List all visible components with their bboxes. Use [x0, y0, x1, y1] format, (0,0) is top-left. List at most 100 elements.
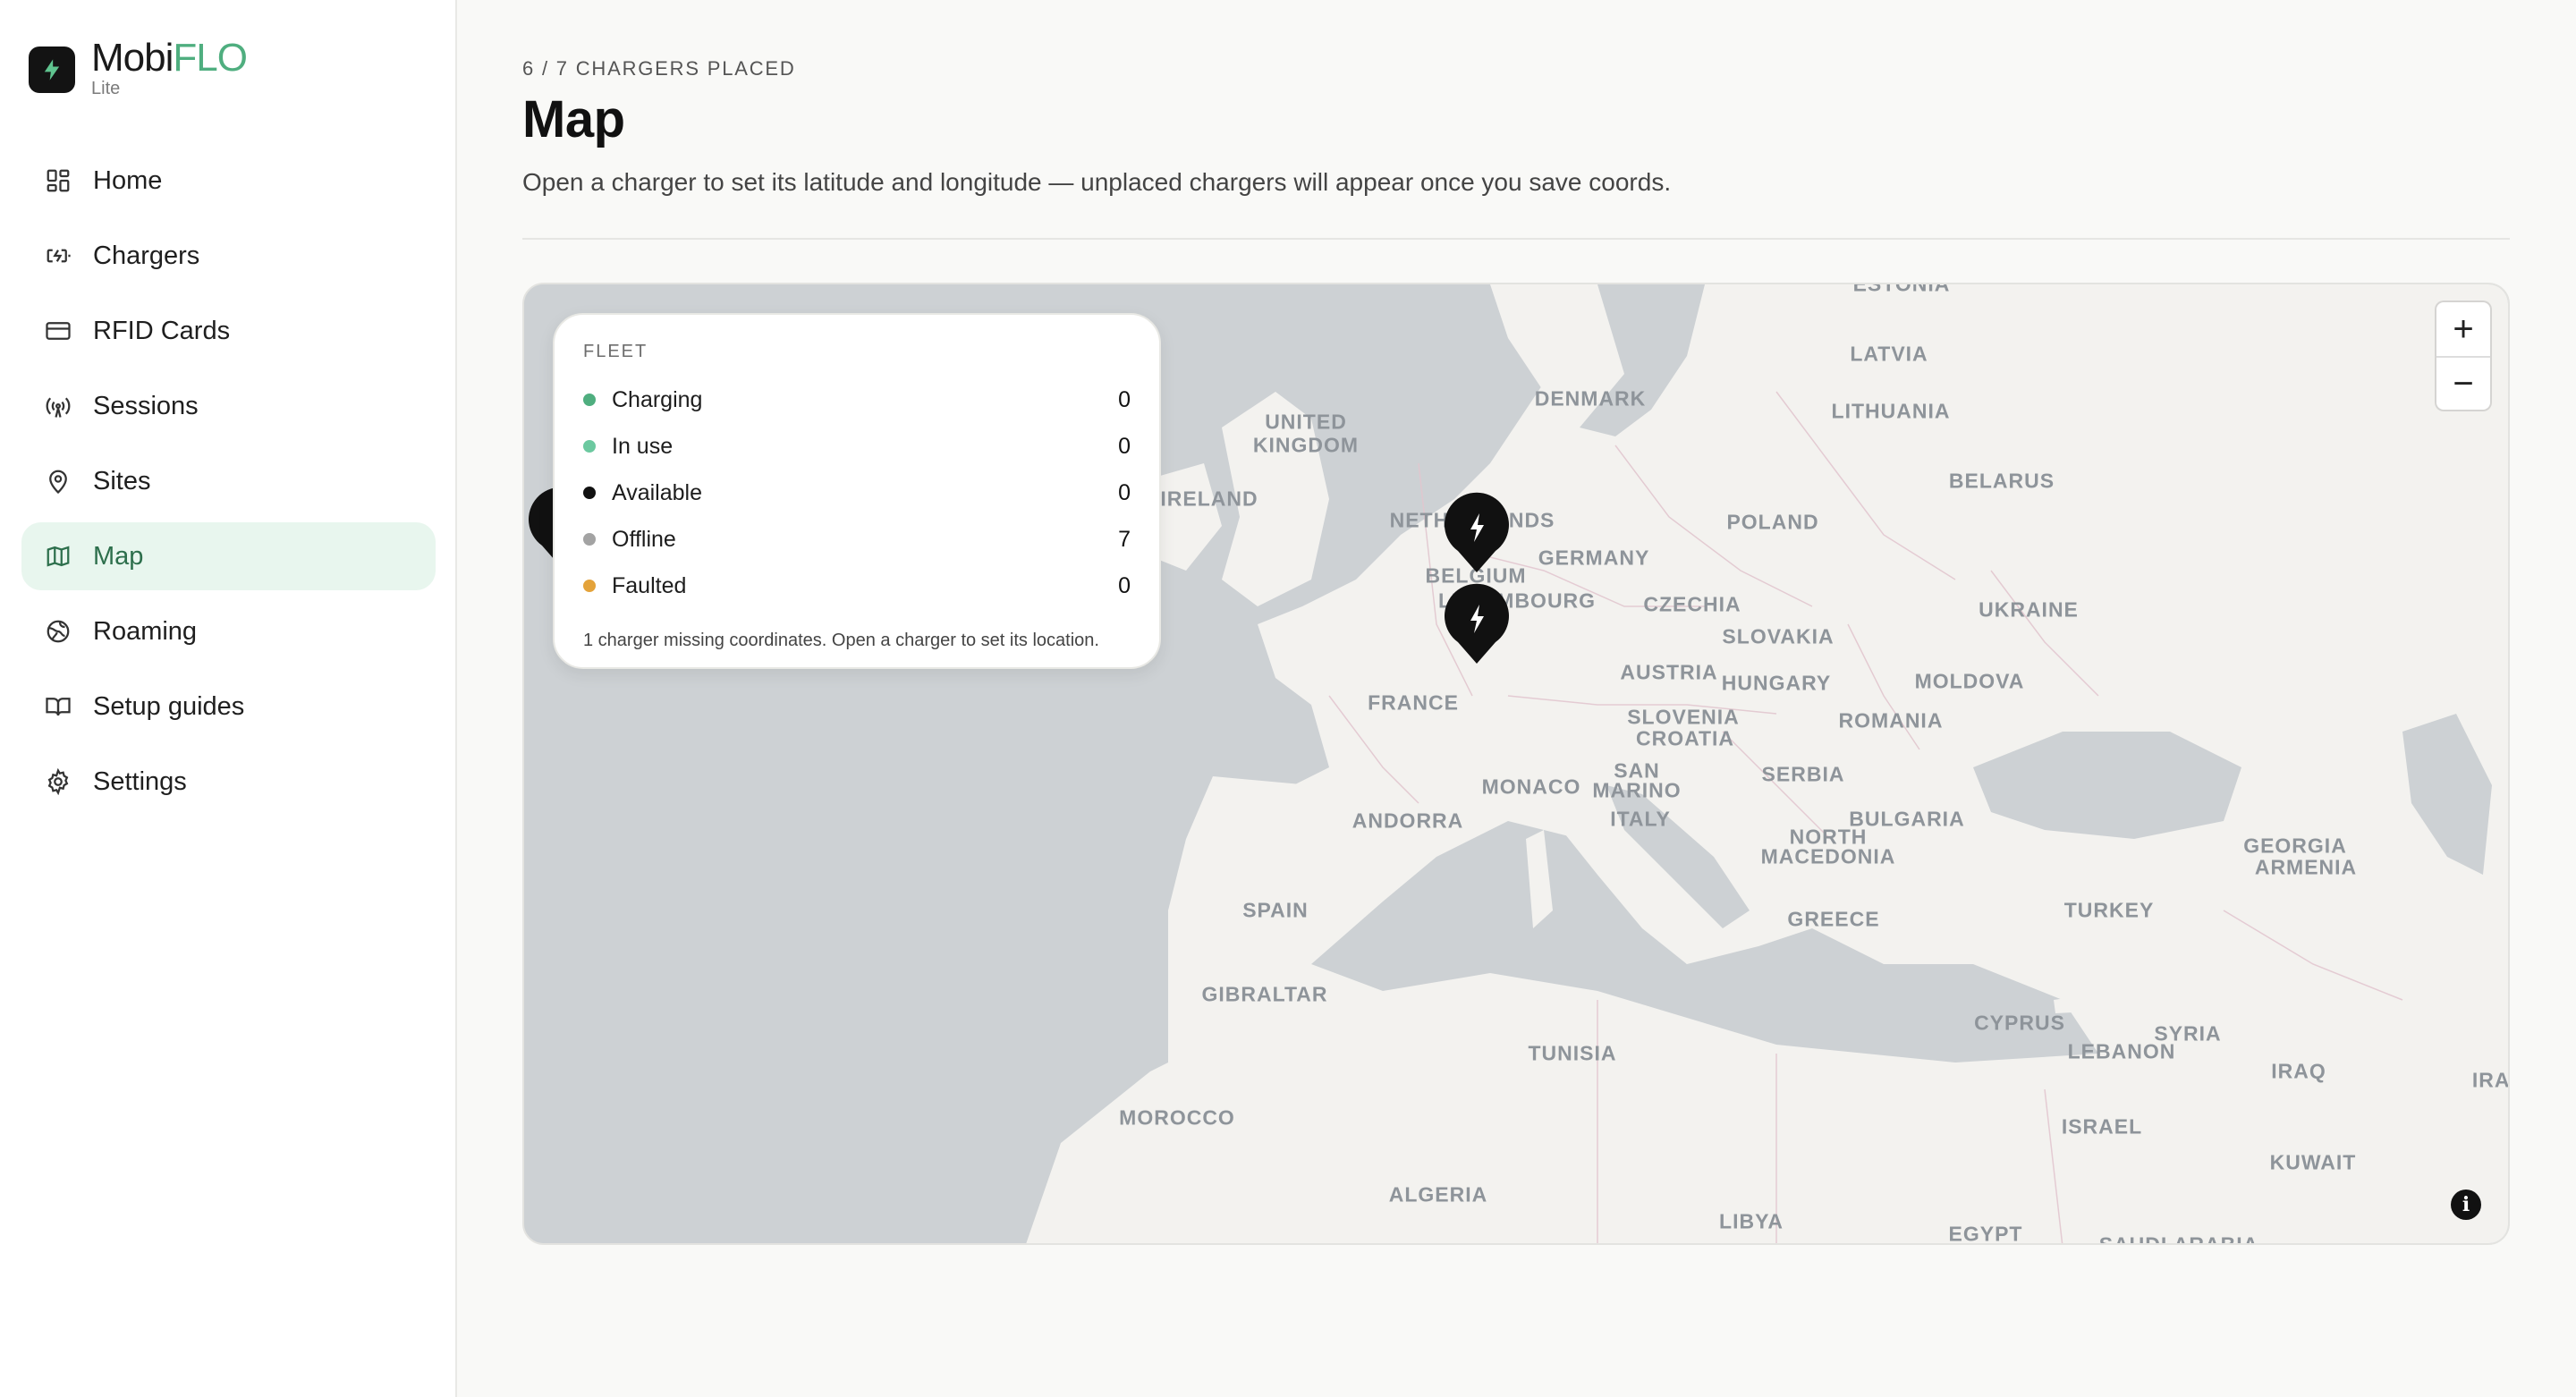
map-label: CYPRUS — [1974, 1011, 2065, 1035]
zoom-controls: + − — [2436, 302, 2490, 410]
zoom-in-button[interactable]: + — [2436, 302, 2490, 356]
sidebar-item-label: Setup guides — [93, 691, 245, 721]
fleet-status-card: FLEET Charging 0 In use 0 Available 0 Of… — [553, 313, 1161, 669]
map-label: UNITED — [1265, 410, 1347, 434]
map-label: DENMARK — [1534, 386, 1647, 411]
status-dot — [583, 440, 596, 453]
map-label: GIBRALTAR — [1201, 982, 1328, 1006]
book-icon — [43, 691, 73, 722]
fleet-row-faulted: Faulted 0 — [583, 563, 1131, 609]
fleet-status-name: Charging — [612, 386, 703, 412]
map-label: LIBYA — [1719, 1209, 1784, 1233]
fleet-status-count: 0 — [1118, 386, 1131, 412]
charger-pin[interactable] — [1440, 487, 1513, 576]
sidebar-item-sites[interactable]: Sites — [21, 447, 436, 515]
sidebar-item-roaming[interactable]: Roaming — [21, 597, 436, 665]
card-icon — [43, 316, 73, 346]
map-label: UKRAINE — [1979, 597, 2079, 622]
sidebar-item-settings[interactable]: Settings — [21, 748, 436, 816]
fleet-status-name: Offline — [612, 526, 676, 552]
sidebar-item-label: Settings — [93, 766, 187, 796]
map-icon — [43, 541, 73, 572]
map-label: MARINO — [1592, 778, 1682, 802]
map-label: SLOVAKIA — [1722, 624, 1835, 648]
fleet-row-in-use: In use 0 — [583, 423, 1131, 470]
sidebar-item-label: Home — [93, 165, 163, 195]
map-label: SLOVENIA — [1627, 705, 1740, 729]
map-label: LITHUANIA — [1831, 399, 1951, 423]
sidebar-item-label: Sessions — [93, 391, 199, 420]
map-label: BELARUS — [1948, 469, 2055, 493]
map-label: LATVIA — [1850, 342, 1928, 366]
map-label: MONACO — [1481, 775, 1581, 799]
antenna-icon — [43, 391, 73, 421]
fleet-status-name: In use — [612, 433, 674, 459]
zoom-out-button[interactable]: − — [2436, 356, 2490, 410]
placed-count-eyebrow: 6 / 7 CHARGERS PLACED — [522, 57, 796, 80]
map-label: TUNISIA — [1528, 1041, 1617, 1065]
brand-name: MobiFLO — [91, 36, 248, 80]
map-label: MACEDONIA — [1760, 844, 1896, 868]
map-pin-icon — [43, 466, 73, 496]
map-label: LEBANON — [2067, 1039, 2176, 1063]
map-label: KUWAIT — [2269, 1150, 2357, 1174]
sidebar-item-setup-guides[interactable]: Setup guides — [21, 673, 436, 741]
map-label: IRAQ — [2271, 1059, 2326, 1083]
sidebar-item-label: Sites — [93, 466, 151, 495]
globe-icon — [43, 616, 73, 647]
sidebar-item-label: Chargers — [93, 241, 200, 270]
map-label: HUNGARY — [1721, 671, 1832, 695]
map-label: GEORGIA — [2243, 834, 2347, 858]
sidebar-item-chargers[interactable]: Chargers — [21, 222, 436, 290]
page-description: Open a charger to set its latitude and l… — [522, 168, 1672, 196]
map-label: SPAIN — [1242, 898, 1309, 922]
sidebar-item-rfid-cards[interactable]: RFID Cards — [21, 297, 436, 365]
map-label: GREECE — [1787, 907, 1880, 931]
map-label: CROATIA — [1635, 726, 1735, 750]
sidebar-item-map[interactable]: Map — [21, 522, 436, 590]
attribution-info-icon[interactable]: i — [2451, 1190, 2481, 1220]
page-title: Map — [522, 90, 625, 148]
sidebar-item-sessions[interactable]: Sessions — [21, 372, 436, 440]
status-dot — [583, 580, 596, 592]
fleet-row-charging: Charging 0 — [583, 377, 1131, 423]
map-canvas[interactable]: ESTONIA LATVIA LITHUANIA DENMARK UNITED … — [522, 283, 2510, 1245]
fleet-status-count: 7 — [1118, 526, 1131, 552]
map-label: EGYPT — [1948, 1222, 2023, 1245]
sidebar-item-label: RFID Cards — [93, 316, 231, 345]
map-label: IRAN — [2471, 1068, 2510, 1092]
fleet-title: FLEET — [583, 342, 648, 361]
map-label: TURKEY — [2063, 898, 2155, 922]
map-label: SERBIA — [1761, 762, 1845, 786]
brand-name-accent: FLO — [173, 36, 248, 80]
fleet-row-offline: Offline 7 — [583, 516, 1131, 563]
map-label: ESTONIA — [1852, 283, 1951, 296]
brand-name-main: Mobi — [91, 36, 174, 80]
map-label: SAUDI ARABIA — [2098, 1232, 2259, 1245]
map-label: FRANCE — [1368, 690, 1459, 715]
brand[interactable]: MobiFLO Lite — [29, 36, 248, 99]
sidebar-nav: Home Chargers RFID Cards Sessions Sites … — [21, 147, 436, 823]
status-dot — [583, 487, 596, 499]
fleet-row-available: Available 0 — [583, 470, 1131, 516]
map-label: IRELAND — [1160, 487, 1258, 511]
brand-subtitle: Lite — [91, 79, 121, 98]
fleet-status-count: 0 — [1118, 572, 1131, 598]
bolt-logo-icon — [29, 47, 75, 93]
missing-coordinates-note: 1 charger missing coordinates. Open a ch… — [583, 631, 1099, 650]
sidebar-item-label: Map — [93, 541, 144, 571]
grid-icon — [43, 165, 73, 196]
map-label: CZECHIA — [1643, 592, 1741, 616]
charger-pin[interactable] — [1440, 578, 1513, 667]
fleet-status-count: 0 — [1118, 433, 1131, 459]
map-label: GERMANY — [1538, 546, 1650, 570]
sidebar-item-home[interactable]: Home — [21, 147, 436, 215]
main-content: 6 / 7 CHARGERS PLACED Map Open a charger… — [457, 0, 2576, 1397]
map-label: ARMENIA — [2254, 855, 2358, 879]
map-label: POLAND — [1726, 510, 1819, 534]
map-label: ISRAEL — [2061, 1114, 2143, 1139]
fleet-status-count: 0 — [1118, 479, 1131, 505]
map-label: ALGERIA — [1388, 1182, 1488, 1206]
fleet-status-name: Available — [612, 479, 703, 505]
status-dot — [583, 394, 596, 406]
